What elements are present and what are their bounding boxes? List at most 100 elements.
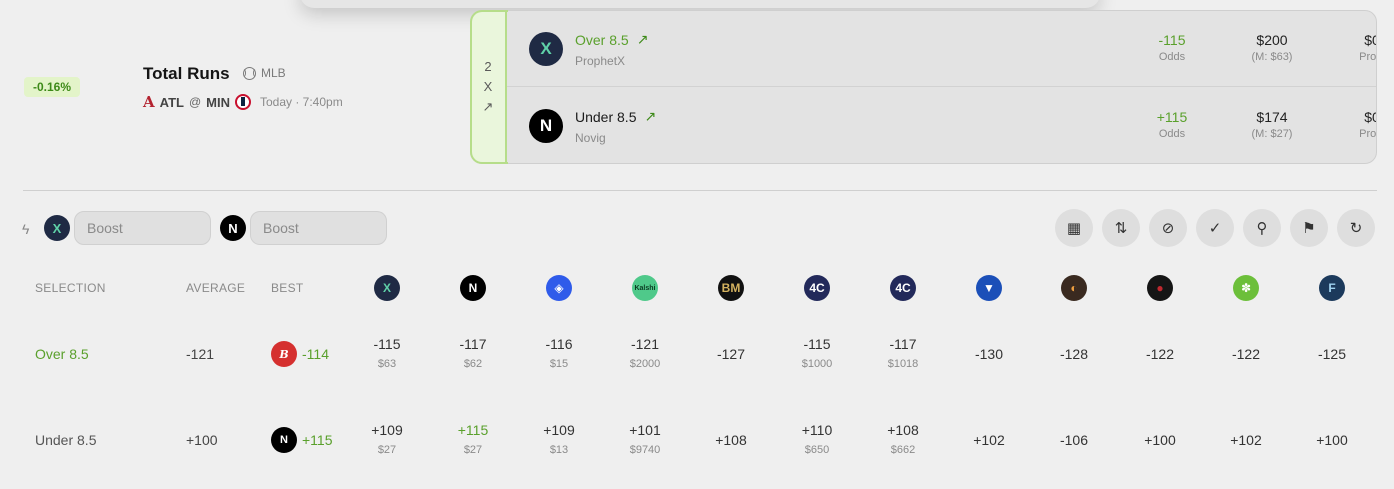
- flag-button[interactable]: ⚑: [1290, 209, 1328, 247]
- cell-odds: +100: [1316, 432, 1348, 448]
- arrow-up-right-icon: ↗: [482, 99, 494, 114]
- braves-logo-icon: A: [143, 93, 155, 111]
- odds-cell[interactable]: +109 $27: [357, 422, 417, 456]
- cell-odds: -122: [1145, 346, 1175, 362]
- odds-cell[interactable]: -116 $15: [529, 336, 589, 370]
- away-team: ATL: [159, 94, 184, 110]
- odds-cell[interactable]: -121 $2000: [615, 336, 675, 370]
- sunset-book-logo-icon[interactable]: ◐: [1061, 275, 1087, 301]
- multiplier-badge[interactable]: 2 X ↗: [471, 11, 507, 163]
- header-selection[interactable]: SELECTION: [35, 281, 106, 295]
- leaf-book-logo-icon[interactable]: ✽: [1233, 275, 1259, 301]
- bolt-icon: ϟ: [22, 221, 30, 237]
- odds-cell[interactable]: +100: [1302, 432, 1362, 448]
- cell-liquidity: $9740: [629, 444, 661, 456]
- sort-icon: ⇅: [1114, 220, 1128, 237]
- casino-book-logo-icon[interactable]: ●: [1147, 275, 1173, 301]
- odds-cell[interactable]: +100: [1130, 432, 1190, 448]
- arbitrage-card[interactable]: 2 X ↗ X Over 8.5 ↗ ProphetX -115 Odds $2…: [470, 10, 1377, 164]
- odds-cell[interactable]: -122: [1216, 346, 1276, 362]
- shield-book-logo-icon[interactable]: ▼: [976, 275, 1002, 301]
- odds-cell[interactable]: -117 $1018: [873, 336, 933, 370]
- refresh-button[interactable]: ↻: [1337, 209, 1375, 247]
- leg-stake[interactable]: $200 (M: $63): [1237, 32, 1307, 63]
- header-average[interactable]: AVERAGE: [186, 281, 245, 295]
- leg-stake[interactable]: $174 (M: $27): [1237, 109, 1307, 140]
- odds-cell[interactable]: -115 $63: [357, 336, 417, 370]
- leg-odds: +115 Odds: [1147, 109, 1197, 140]
- league-tag: MLB: [243, 66, 286, 80]
- odds-cell[interactable]: -117 $62: [443, 336, 503, 370]
- hide-button[interactable]: ⊘: [1149, 209, 1187, 247]
- header-best[interactable]: BEST: [271, 281, 304, 295]
- cell-odds: -121: [630, 336, 660, 352]
- stake-value: $174: [1256, 109, 1288, 125]
- odds-cell[interactable]: -128: [1044, 346, 1104, 362]
- external-link-icon[interactable]: ↗: [637, 31, 649, 48]
- cell-odds: +102: [973, 432, 1005, 448]
- cell-liquidity: $1018: [887, 358, 919, 370]
- kalshi-logo-icon[interactable]: Kalshi: [632, 275, 658, 301]
- cell-odds: +108: [887, 422, 919, 438]
- row-label-under[interactable]: Under 8.5: [35, 432, 96, 448]
- boost-input-prophetx[interactable]: [74, 211, 211, 245]
- calculator-button[interactable]: ▦: [1055, 209, 1093, 247]
- odds-cell[interactable]: +115 $27: [443, 422, 503, 456]
- odds-cell[interactable]: +102: [959, 432, 1019, 448]
- cell-liquidity: $662: [890, 444, 916, 456]
- boost-input-novig[interactable]: [250, 211, 387, 245]
- cell-odds: -117: [459, 336, 487, 352]
- multiplier-number: 2: [484, 59, 492, 74]
- cell-liquidity: $2000: [629, 358, 661, 370]
- pin-button[interactable]: ⚲: [1243, 209, 1281, 247]
- stake-value: $200: [1256, 32, 1288, 48]
- odds-cell[interactable]: -122: [1130, 346, 1190, 362]
- odds-cell[interactable]: +110 $650: [787, 422, 847, 456]
- external-link-icon[interactable]: ↗: [644, 108, 656, 125]
- cell-odds: +115: [457, 422, 489, 438]
- check-add-button[interactable]: ✓: [1196, 209, 1234, 247]
- novig-logo-icon: N: [271, 427, 297, 453]
- novig-logo-icon: N: [220, 215, 246, 241]
- cell-liquidity: $63: [377, 358, 397, 370]
- row-average: +100: [186, 432, 218, 448]
- novig-logo-icon[interactable]: N: [460, 275, 486, 301]
- bally-bet-logo-icon: B: [271, 341, 297, 367]
- sort-button[interactable]: ⇅: [1102, 209, 1140, 247]
- odds-cell[interactable]: +108: [701, 432, 761, 448]
- cell-odds: +100: [1144, 432, 1176, 448]
- event-title: Total Runs: [143, 64, 230, 83]
- fourcasters-logo-icon[interactable]: 4C: [804, 275, 830, 301]
- leg-under[interactable]: N Under 8.5 ↗ Novig +115 Odds $174 (M: $…: [507, 88, 1376, 163]
- odds-cell[interactable]: +101 $9740: [615, 422, 675, 456]
- betmgm-logo-icon[interactable]: BM: [718, 275, 744, 301]
- row-label-over[interactable]: Over 8.5: [35, 346, 89, 362]
- cell-odds: +102: [1230, 432, 1262, 448]
- odds-cell[interactable]: -106: [1044, 432, 1104, 448]
- odds-cell[interactable]: +109 $13: [529, 422, 589, 456]
- leg-profit: $0 Profit: [1347, 32, 1377, 63]
- flag-book-logo-icon[interactable]: F: [1319, 275, 1345, 301]
- cell-odds: +108: [715, 432, 747, 448]
- cell-odds: -106: [1059, 432, 1089, 448]
- matchup: A ATL @ MIN Today · 7:40pm: [143, 93, 343, 111]
- fourcasters-alt-logo-icon[interactable]: 4C: [890, 275, 916, 301]
- cell-odds: -122: [1231, 346, 1261, 362]
- odds-cell[interactable]: +102: [1216, 432, 1276, 448]
- leg-book-name: Novig: [575, 131, 606, 145]
- leg-over[interactable]: X Over 8.5 ↗ ProphetX -115 Odds $200 (M:…: [507, 11, 1376, 87]
- profit-label: Profit: [1359, 51, 1377, 63]
- odds-cell[interactable]: -127: [701, 346, 761, 362]
- odds-cell[interactable]: -125: [1302, 346, 1362, 362]
- polymarket-logo-icon[interactable]: ◈: [546, 275, 572, 301]
- odds-cell[interactable]: -130: [959, 346, 1019, 362]
- odds-cell[interactable]: +108 $662: [873, 422, 933, 456]
- row-best[interactable]: B -114: [271, 341, 329, 367]
- prophetx-logo-icon: X: [529, 32, 563, 66]
- event-time: Today · 7:40pm: [259, 95, 343, 109]
- calculator-icon: ▦: [1066, 220, 1082, 237]
- row-best[interactable]: N +115: [271, 427, 333, 453]
- cell-liquidity: $650: [804, 444, 830, 456]
- odds-cell[interactable]: -115 $1000: [787, 336, 847, 370]
- prophetx-logo-icon[interactable]: X: [374, 275, 400, 301]
